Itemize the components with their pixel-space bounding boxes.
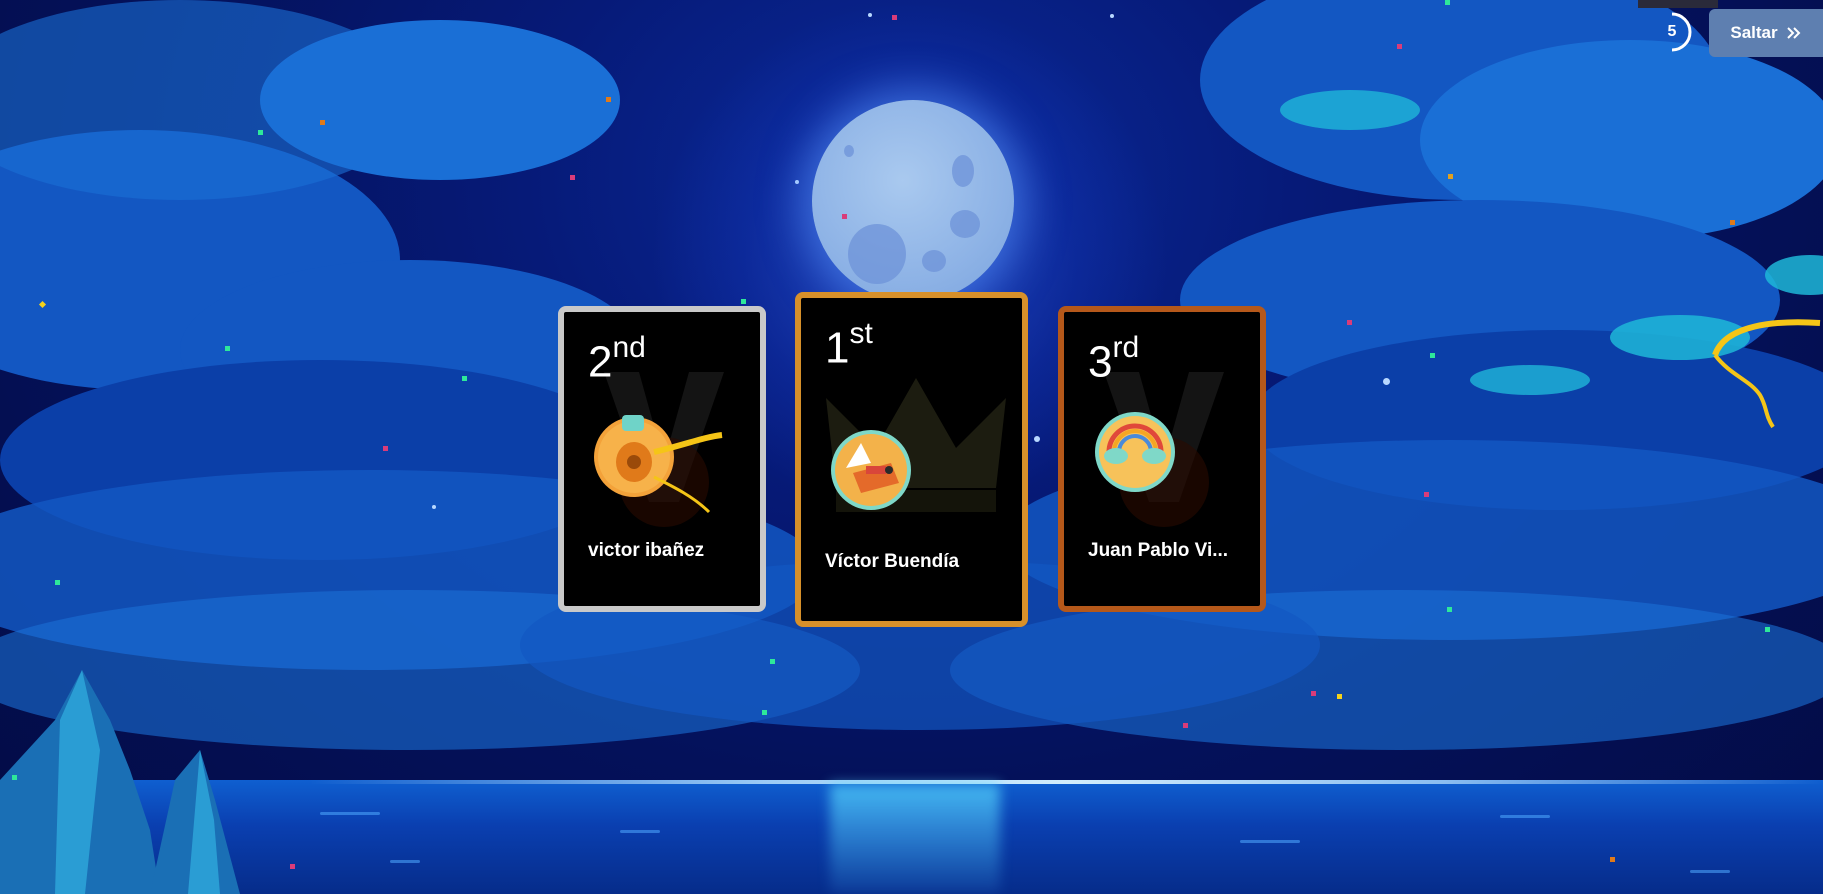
rank-label: 1st [825,317,873,373]
countdown-timer: 5 [1654,8,1694,56]
fox-knight-avatar-icon [831,430,911,510]
rainbow-cloud-avatar-icon [1095,412,1175,492]
top-edge-bar [1638,0,1718,8]
player-name: Víctor Buendía [825,551,960,572]
rock-cliff [0,670,240,894]
moon [812,100,1014,302]
horizon-line [310,780,1823,784]
double-chevron-right-icon [1786,27,1801,39]
podium-card-second: 2nd victor ibañez [558,306,766,612]
player-name: victor ibañez [588,540,705,561]
ribbon-streamer [1712,319,1821,429]
rank-label: 2nd [588,331,646,387]
rank-label: 3rd [1088,331,1140,387]
skip-label: Saltar [1730,23,1778,42]
podium-card-third: 3rd Juan Pablo Vi... [1058,306,1266,612]
player-name: Juan Pablo Vi... [1088,540,1229,561]
timer-value: 5 [1667,23,1677,40]
guitar-avatar-icon [594,415,723,514]
moon-reflection [830,784,1000,894]
podium-card-first: 1st Víctor Buendía [795,292,1028,627]
podium-scene: 2nd victor ibañez 1st Víctor Buendía 3rd… [0,0,1823,894]
skip-button[interactable]: Saltar [1709,9,1823,57]
